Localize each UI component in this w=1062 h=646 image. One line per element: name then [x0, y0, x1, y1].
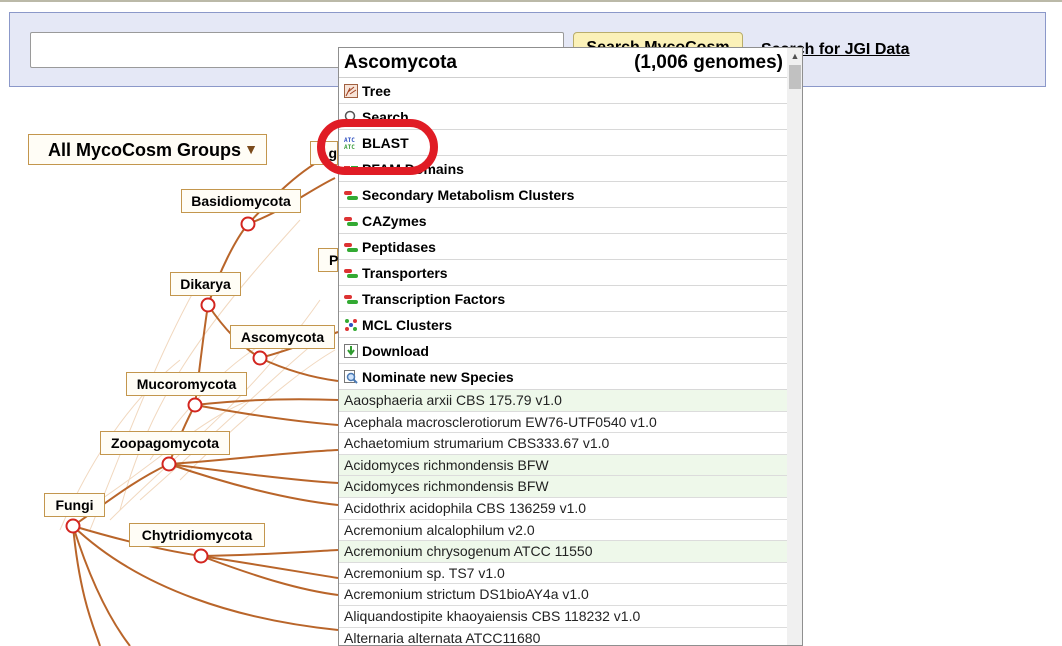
tree-label-partial-p[interactable]: P [318, 248, 338, 272]
node-fungi [65, 518, 81, 534]
species-item[interactable]: Acidothrix acidophila CBS 136259 v1.0 [339, 498, 787, 520]
species-item[interactable]: Acremonium chrysogenum ATCC 11550 [339, 541, 787, 563]
node-basidiomycota [240, 216, 256, 232]
species-item[interactable]: Alternaria alternata ATCC11680 [339, 628, 787, 645]
scroll-thumb[interactable] [789, 65, 801, 89]
menu-item-download[interactable]: Download [339, 338, 787, 364]
bars-icon [344, 217, 358, 226]
genome-count: (1,006 genomes) [634, 52, 783, 73]
menu-item-peptidases[interactable]: Peptidases [339, 234, 787, 260]
node-mucoromycota [187, 397, 203, 413]
zoom-icon [344, 370, 358, 384]
menu-header: Ascomycota (1,006 genomes) [339, 48, 787, 78]
species-item[interactable]: Aaosphaeria arxii CBS 175.79 v1.0 [339, 390, 787, 412]
species-item[interactable]: Acidomyces richmondensis BFW [339, 454, 787, 477]
node-dikarya [200, 297, 216, 313]
menu-item-nominate-species[interactable]: Nominate new Species [339, 364, 787, 390]
node-zoopagomycota [161, 456, 177, 472]
tree-label-mucoromycota[interactable]: Mucoromycota [126, 372, 247, 396]
tree-icon [344, 84, 358, 98]
species-item[interactable]: Acephala macrosclerotiorum EW76-UTF0540 … [339, 412, 787, 434]
groups-select[interactable]: All MycoCosm Groups ▼ [28, 134, 267, 165]
bars-icon [344, 243, 358, 252]
menu-item-secondary-metabolism[interactable]: Secondary Metabolism Clusters [339, 182, 787, 208]
tree-label-ascomycota[interactable]: Ascomycota [230, 325, 335, 349]
species-item[interactable]: Achaetomium strumarium CBS333.67 v1.0 [339, 433, 787, 455]
groups-select-label: All MycoCosm Groups [48, 140, 242, 160]
menu-item-transcription-factors[interactable]: Transcription Factors [339, 286, 787, 312]
species-item[interactable]: Acidomyces richmondensis BFW [339, 476, 787, 498]
clusters-icon [345, 319, 357, 331]
download-icon [344, 344, 358, 358]
bars-icon [344, 295, 358, 304]
menu-item-transporters[interactable]: Transporters [339, 260, 787, 286]
tree-label-chytridiomycota[interactable]: Chytridiomycota [129, 523, 265, 547]
annotation-circle [317, 119, 438, 175]
tree-label-zoopagomycota[interactable]: Zoopagomycota [100, 431, 230, 455]
bars-icon [344, 269, 358, 278]
menu-scrollbar[interactable]: ▲ [787, 48, 802, 645]
menu-item-tree[interactable]: Tree [339, 78, 787, 104]
top-rule [0, 0, 1062, 2]
species-item[interactable]: Acremonium strictum DS1bioAY4a v1.0 [339, 584, 787, 606]
species-item[interactable]: Aliquandostipite khaoyaiensis CBS 118232… [339, 606, 787, 628]
menu-title: Ascomycota [344, 52, 457, 73]
node-chytridiomycota [193, 548, 209, 564]
chevron-down-icon: ▼ [244, 141, 258, 157]
menu-item-cazymes[interactable]: CAZymes [339, 208, 787, 234]
node-ascomycota [252, 350, 268, 366]
bars-icon [344, 191, 358, 200]
species-item[interactable]: Acremonium alcalophilum v2.0 [339, 520, 787, 542]
tree-label-dikarya[interactable]: Dikarya [170, 272, 241, 296]
scroll-up-icon[interactable]: ▲ [787, 48, 802, 64]
species-item[interactable]: Acremonium sp. TS7 v1.0 [339, 563, 787, 585]
menu-item-mcl-clusters[interactable]: MCL Clusters [339, 312, 787, 338]
tree-label-basidiomycota[interactable]: Basidiomycota [181, 189, 301, 213]
tree-label-fungi[interactable]: Fungi [44, 493, 105, 517]
